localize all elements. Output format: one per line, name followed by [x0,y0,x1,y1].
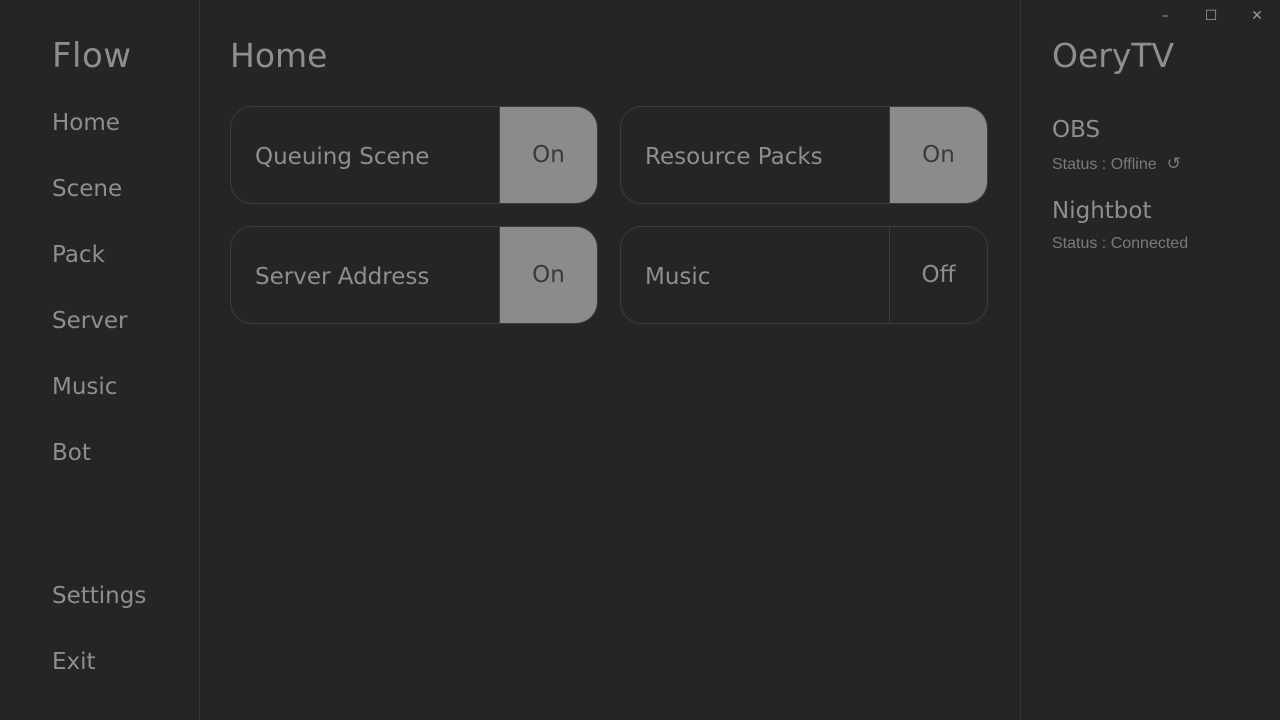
card-label: Queuing Scene [255,144,430,170]
maximize-button[interactable]: ☐ [1198,4,1224,28]
main-panel: Home Queuing Scene On Resource Packs On … [200,0,1020,720]
queuing-scene-toggle[interactable]: On [499,107,597,203]
card-label: Music [645,264,711,290]
card-server-address: Server Address On [230,226,598,324]
nav-exit[interactable]: Exit [52,649,96,675]
refresh-icon[interactable]: ↺ [1167,154,1181,174]
status-panel: – ☐ ✕ OeryTV OBS Status : Offline ↺ Night… [1020,0,1280,720]
close-button[interactable]: ✕ [1244,4,1270,28]
resource-packs-toggle[interactable]: On [889,107,987,203]
maximize-icon: ☐ [1204,8,1218,24]
card-label: Server Address [255,264,430,290]
nav-bot[interactable]: Bot [52,440,91,466]
app-brand: Flow [52,36,132,76]
minimize-icon: – [1161,8,1169,24]
nav-home[interactable]: Home [52,110,120,136]
nav-server[interactable]: Server [52,308,127,334]
server-address-toggle[interactable]: On [499,227,597,323]
nightbot-title: Nightbot [1052,198,1152,224]
card-label: Resource Packs [645,144,823,170]
minimize-button[interactable]: – [1152,4,1178,28]
nav-settings[interactable]: Settings [52,583,146,609]
card-queuing-scene: Queuing Scene On [230,106,598,204]
page-title: Home [230,36,328,75]
card-resource-packs: Resource Packs On [620,106,988,204]
nightbot-status: Status : Connected [1052,235,1189,252]
nav-scene[interactable]: Scene [52,176,122,202]
obs-title: OBS [1052,117,1101,143]
nav-music[interactable]: Music [52,374,117,400]
card-music: Music Off [620,226,988,324]
sidebar: Flow Home Scene Pack Server Music Bot Se… [0,0,200,720]
music-toggle[interactable]: Off [889,227,987,323]
close-icon: ✕ [1251,8,1263,24]
obs-status: Status : Offline [1052,156,1157,173]
obs-status-line: Status : Offline ↺ [1052,154,1181,174]
username: OeryTV [1052,36,1175,75]
nav-pack[interactable]: Pack [52,242,105,268]
